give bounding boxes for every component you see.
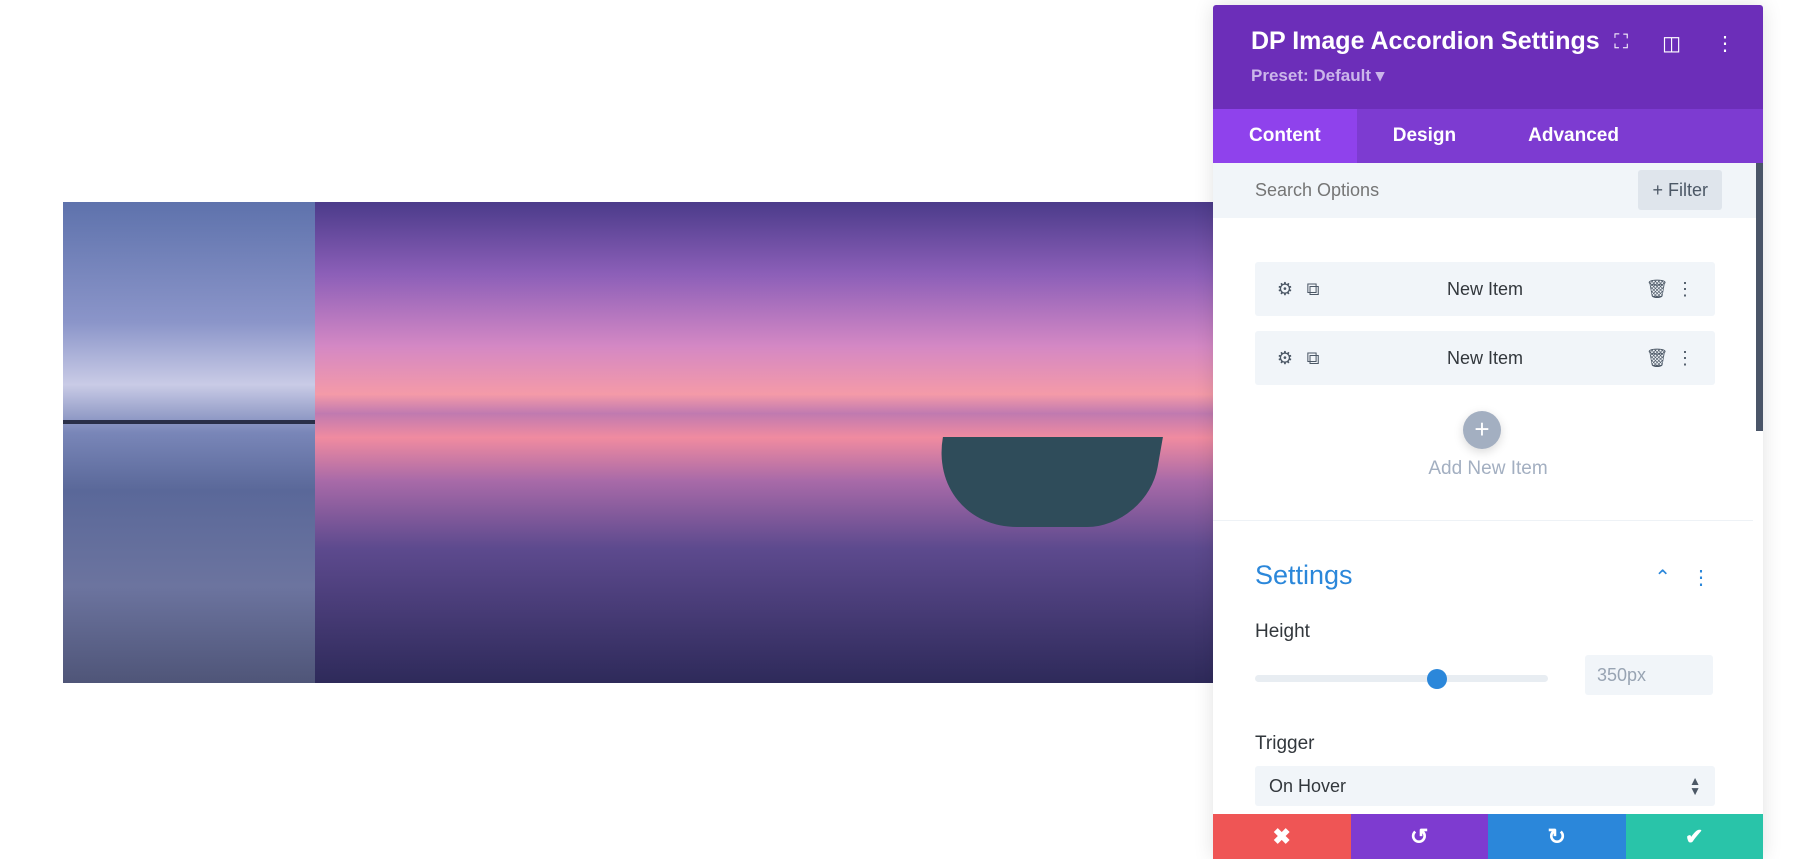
boat-silhouette bbox=[927, 437, 1163, 527]
tab-bar: Content Design Advanced bbox=[1213, 109, 1763, 163]
more-options-icon[interactable]: ⋮ bbox=[1671, 348, 1699, 369]
duplicate-icon[interactable]: ⧉ bbox=[1299, 279, 1327, 300]
search-input[interactable] bbox=[1255, 180, 1635, 201]
tab-content[interactable]: Content bbox=[1213, 109, 1357, 163]
search-bar: + Filter bbox=[1213, 163, 1763, 218]
more-options-icon[interactable]: ⋮ bbox=[1671, 279, 1699, 300]
item-label: New Item bbox=[1446, 278, 1524, 299]
footer-actions: ✖ ↺ ↻ ✔ bbox=[1213, 814, 1763, 859]
trigger-value: On Hover bbox=[1269, 776, 1347, 796]
fullscreen-icon[interactable]: ⛶ bbox=[1614, 31, 1628, 56]
add-new-item-button[interactable]: Add New Item bbox=[1213, 458, 1763, 480]
slider-knob[interactable] bbox=[1426, 669, 1447, 689]
chevron-up-icon[interactable]: ⌃ bbox=[1654, 565, 1671, 590]
trigger-label: Trigger bbox=[1255, 733, 1315, 754]
scrollbar[interactable] bbox=[1756, 163, 1763, 431]
trash-icon[interactable]: 🗑 bbox=[1643, 279, 1671, 300]
divider bbox=[1213, 520, 1753, 521]
trash-icon[interactable]: 🗑 bbox=[1643, 348, 1671, 369]
image-accordion bbox=[63, 202, 1213, 683]
select-arrows-icon: ▲ ▼ bbox=[1689, 774, 1701, 798]
section-title[interactable]: Settings bbox=[1255, 560, 1353, 591]
height-slider[interactable] bbox=[1255, 669, 1548, 689]
panel-header: DP Image Accordion Settings Preset: Defa… bbox=[1213, 5, 1763, 109]
redo-button[interactable]: ↻ bbox=[1488, 814, 1626, 859]
more-options-icon[interactable]: ⋮ bbox=[1715, 31, 1735, 56]
preset-dropdown[interactable]: Preset: Default ▾ bbox=[1251, 66, 1763, 86]
trigger-select[interactable]: On Hover ▲ ▼ bbox=[1255, 766, 1715, 806]
add-item-plus-icon[interactable]: + bbox=[1463, 411, 1501, 449]
undo-button[interactable]: ↺ bbox=[1350, 814, 1488, 859]
list-item[interactable]: ⚙ ⧉ New Item 🗑 ⋮ bbox=[1255, 262, 1715, 316]
accordion-image-pier[interactable] bbox=[63, 202, 315, 683]
height-input[interactable]: 350px bbox=[1585, 655, 1713, 695]
more-options-icon[interactable]: ⋮ bbox=[1691, 565, 1711, 590]
pier-silhouette bbox=[63, 420, 315, 446]
cancel-button[interactable]: ✖ bbox=[1213, 814, 1351, 859]
tab-design[interactable]: Design bbox=[1357, 109, 1492, 163]
item-label: New Item bbox=[1446, 347, 1524, 368]
height-label: Height bbox=[1255, 621, 1310, 642]
save-button[interactable]: ✔ bbox=[1625, 814, 1763, 859]
gear-icon[interactable]: ⚙ bbox=[1271, 348, 1299, 369]
list-item[interactable]: ⚙ ⧉ New Item 🗑 ⋮ bbox=[1255, 331, 1715, 385]
filter-button[interactable]: + Filter bbox=[1638, 170, 1722, 210]
settings-panel: DP Image Accordion Settings Preset: Defa… bbox=[1213, 5, 1763, 859]
tab-advanced[interactable]: Advanced bbox=[1492, 109, 1655, 163]
duplicate-icon[interactable]: ⧉ bbox=[1299, 348, 1327, 369]
columns-layout-icon[interactable]: ◫ bbox=[1662, 31, 1681, 56]
accordion-image-boat[interactable] bbox=[315, 202, 1213, 683]
gear-icon[interactable]: ⚙ bbox=[1271, 279, 1299, 300]
